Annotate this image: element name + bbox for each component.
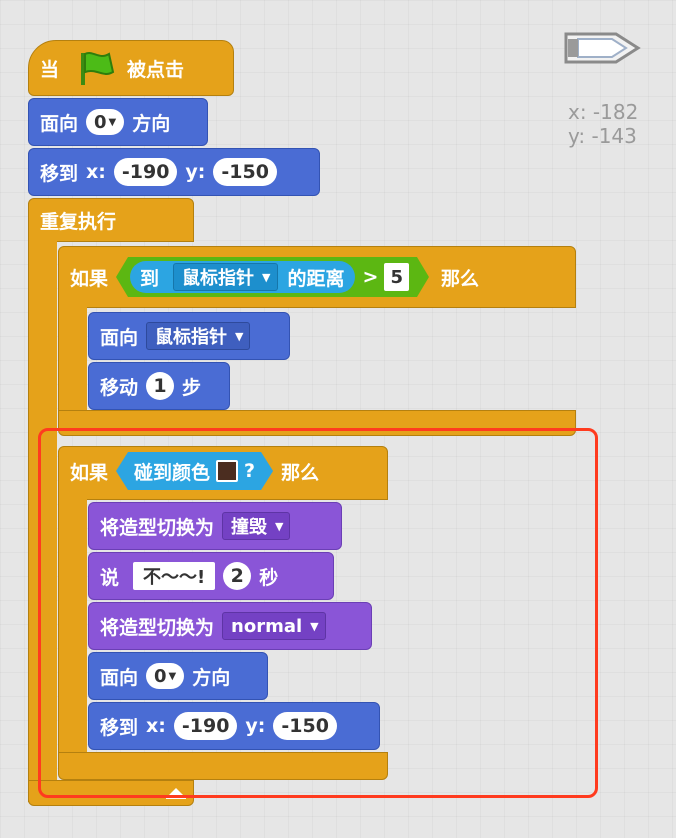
point-towards-label: 面向 [100, 326, 139, 349]
distance-suffix: 的距离 [287, 267, 345, 290]
green-flag-icon [81, 52, 115, 85]
point-suffix: 方向 [132, 112, 171, 135]
hat-when-label: 当 [40, 58, 60, 81]
move-steps-row: 移动 1 步 [100, 366, 209, 406]
goto-xy-row: 移到 x: -190 y: -150 [40, 152, 285, 192]
chevron-down-icon: ▼ [235, 329, 244, 343]
goto-y-label: y: [185, 161, 206, 183]
goto-y-input[interactable]: -150 [213, 158, 277, 186]
hat-row: 当 被点击 [40, 48, 192, 88]
point-label: 面向 [40, 112, 79, 135]
sprite-coordinates: x: -182 y: -143 [568, 100, 638, 148]
point-towards-dropdown[interactable]: 鼠标指针 ▼ [146, 322, 251, 350]
point-towards-row: 面向 鼠标指针 ▼ [100, 316, 258, 356]
direction-value: 0 [94, 111, 107, 133]
if-distance-row: 如果 到 鼠标指针 ▼ 的距离 > 5 那么 [70, 257, 487, 297]
highlight-box [38, 428, 598, 798]
script-area[interactable]: x: -182 y: -143 当 被点击 面向 0 ▼ 方向 移到 x: -19… [0, 0, 676, 838]
boat-sprite-icon [564, 32, 641, 64]
goto-x-label: x: [86, 161, 106, 183]
operator-symbol: > [362, 266, 379, 288]
distance-target-dropdown[interactable]: 鼠标指针 ▼ [173, 263, 277, 291]
if-distance-arm [58, 300, 87, 416]
if1-label: 如果 [70, 267, 109, 290]
point-direction-row: 面向 0 ▼ 方向 [40, 102, 178, 142]
goto-x-input[interactable]: -190 [113, 158, 178, 186]
goto-label: 移到 [40, 162, 79, 185]
distance-target-value: 鼠标指针 [182, 268, 255, 289]
chevron-down-icon: ▼ [108, 116, 117, 128]
forever-row: 重复执行 [40, 200, 124, 240]
forever-label: 重复执行 [40, 210, 117, 233]
direction-input[interactable]: 0 ▼ [86, 109, 125, 135]
sprite-y-readout: y: -143 [568, 124, 637, 148]
move-steps-input[interactable]: 1 [146, 372, 175, 400]
greater-than-operator[interactable]: 到 鼠标指针 ▼ 的距离 > 5 [116, 257, 429, 297]
move-label: 移动 [100, 376, 139, 399]
point-towards-value: 鼠标指针 [155, 327, 228, 348]
sprite-x-readout: x: -182 [568, 100, 639, 124]
distance-to-label: 到 [140, 267, 160, 290]
if1-then-label: 那么 [440, 267, 479, 290]
chevron-down-icon: ▼ [262, 270, 271, 284]
distance-reporter[interactable]: 到 鼠标指针 ▼ 的距离 [130, 261, 355, 293]
operator-value-input[interactable]: 5 [384, 263, 409, 291]
move-suffix: 步 [182, 376, 202, 399]
hat-clicked-label: 被点击 [127, 58, 185, 81]
